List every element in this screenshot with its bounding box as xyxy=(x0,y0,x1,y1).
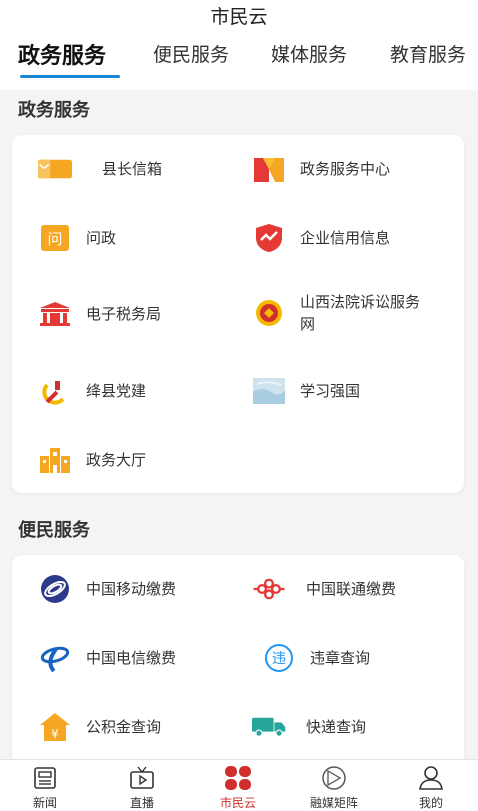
nav-label: 直播 xyxy=(129,796,154,810)
grid-item-label: 问政 xyxy=(86,229,117,247)
active-tab-indicator xyxy=(20,75,120,78)
grid-item-label: 中国移动缴费 xyxy=(86,580,177,598)
nav-item-news[interactable]: 新闻 xyxy=(5,764,85,811)
tab-government[interactable]: 政务服务 xyxy=(18,40,106,70)
government-card: 县长信箱 政务服务中心 问 问政 企业信用信息 电子税务局 山西法院诉讼服务网 xyxy=(12,135,464,493)
grid-item-china-mobile[interactable]: 中国移动缴费 xyxy=(38,572,176,606)
court-emblem-icon xyxy=(252,296,286,330)
grid-item-study-power[interactable]: 学习强国 xyxy=(252,374,360,408)
header: 市民云 政务服务 便民服务 媒体服务 教育服务 xyxy=(0,0,478,90)
news-icon xyxy=(5,764,85,792)
nav-label: 融媒矩阵 xyxy=(309,796,358,810)
svg-text:问: 问 xyxy=(47,230,62,248)
china-telecom-icon xyxy=(38,641,72,675)
section-title-government: 政务服务 xyxy=(18,100,90,121)
grid-item-county-mailbox[interactable]: 县长信箱 xyxy=(38,152,162,186)
bottom-nav: 新闻 直播 市民云 融媒矩阵 我的 xyxy=(0,759,478,811)
grid-item-china-unicom[interactable]: 中国联通缴费 xyxy=(252,572,396,606)
clover-icon xyxy=(198,764,278,792)
grid-item-label: 政务服务中心 xyxy=(300,160,391,178)
media-matrix-icon xyxy=(294,764,374,792)
question-icon: 问 xyxy=(38,221,72,255)
grid-item-label: 公积金查询 xyxy=(86,718,162,736)
grid-item-delivery-query[interactable]: 快递查询 xyxy=(252,710,366,744)
nav-label: 市民云 xyxy=(219,796,256,810)
grid-item-label: 山西法院诉讼服务网 xyxy=(300,293,421,333)
grid-item-label: 电子税务局 xyxy=(86,305,162,323)
nav-item-media-matrix[interactable]: 融媒矩阵 xyxy=(294,764,374,811)
service-center-logo-icon xyxy=(252,152,286,186)
nav-item-profile[interactable]: 我的 xyxy=(391,764,471,811)
page-title: 市民云 xyxy=(210,6,268,28)
grid-item-china-telecom[interactable]: 中国电信缴费 xyxy=(38,641,176,675)
tab-bar: 政务服务 便民服务 媒体服务 教育服务 xyxy=(0,40,478,80)
nav-item-live[interactable]: 直播 xyxy=(102,764,182,811)
tax-bureau-icon xyxy=(38,297,72,331)
grid-item-party-building[interactable]: 绛县党建 xyxy=(38,374,146,408)
grid-item-gov-hall[interactable]: 政务大厅 xyxy=(38,443,146,477)
nav-label: 我的 xyxy=(418,796,443,810)
svg-text:违: 违 xyxy=(272,651,286,667)
grid-item-label: 快递查询 xyxy=(306,718,367,736)
svg-text:¥: ¥ xyxy=(51,727,59,741)
china-mobile-icon xyxy=(38,572,72,606)
study-image-icon xyxy=(252,374,286,408)
nav-label: 新闻 xyxy=(32,796,57,810)
housing-fund-icon: ¥ xyxy=(38,710,72,744)
hall-building-icon xyxy=(38,443,72,477)
grid-item-tax-bureau[interactable]: 电子税务局 xyxy=(38,297,161,331)
violation-icon: 违 xyxy=(262,641,296,675)
credit-shield-icon xyxy=(252,221,286,255)
grid-item-housing-fund[interactable]: ¥ 公积金查询 xyxy=(38,710,161,744)
grid-item-label: 绛县党建 xyxy=(86,382,147,400)
grid-item-violation-query[interactable]: 违 违章查询 xyxy=(262,641,370,675)
grid-item-label: 企业信用信息 xyxy=(300,229,391,247)
grid-item-enterprise-credit[interactable]: 企业信用信息 xyxy=(252,221,390,255)
tab-education[interactable]: 教育服务 xyxy=(390,40,466,67)
nav-item-citizen-cloud[interactable]: 市民云 xyxy=(198,764,278,811)
party-emblem-icon xyxy=(38,374,72,408)
china-unicom-icon xyxy=(252,572,286,606)
grid-item-label: 违章查询 xyxy=(310,649,371,667)
grid-item-label: 学习强国 xyxy=(300,382,361,400)
grid-item-label: 政务大厅 xyxy=(86,451,147,469)
tv-icon xyxy=(102,764,182,792)
grid-item-ask-gov[interactable]: 问 问政 xyxy=(38,221,116,255)
grid-item-label: 中国联通缴费 xyxy=(306,580,397,598)
tab-media[interactable]: 媒体服务 xyxy=(271,40,347,67)
grid-item-label: 县长信箱 xyxy=(102,160,163,178)
user-icon xyxy=(391,764,471,792)
tab-convenience[interactable]: 便民服务 xyxy=(153,40,229,67)
section-title-convenience: 便民服务 xyxy=(18,520,90,541)
grid-item-service-center[interactable]: 政务服务中心 xyxy=(252,152,390,186)
mailbox-icon xyxy=(38,152,72,186)
grid-item-label: 中国电信缴费 xyxy=(86,649,177,667)
delivery-truck-icon xyxy=(252,710,286,744)
convenience-card: 中国移动缴费 中国联通缴费 中国电信缴费 违 违章查询 ¥ 公积金查询 快递查询 xyxy=(12,555,464,765)
grid-item-shanxi-court[interactable]: 山西法院诉讼服务网 xyxy=(252,291,430,335)
